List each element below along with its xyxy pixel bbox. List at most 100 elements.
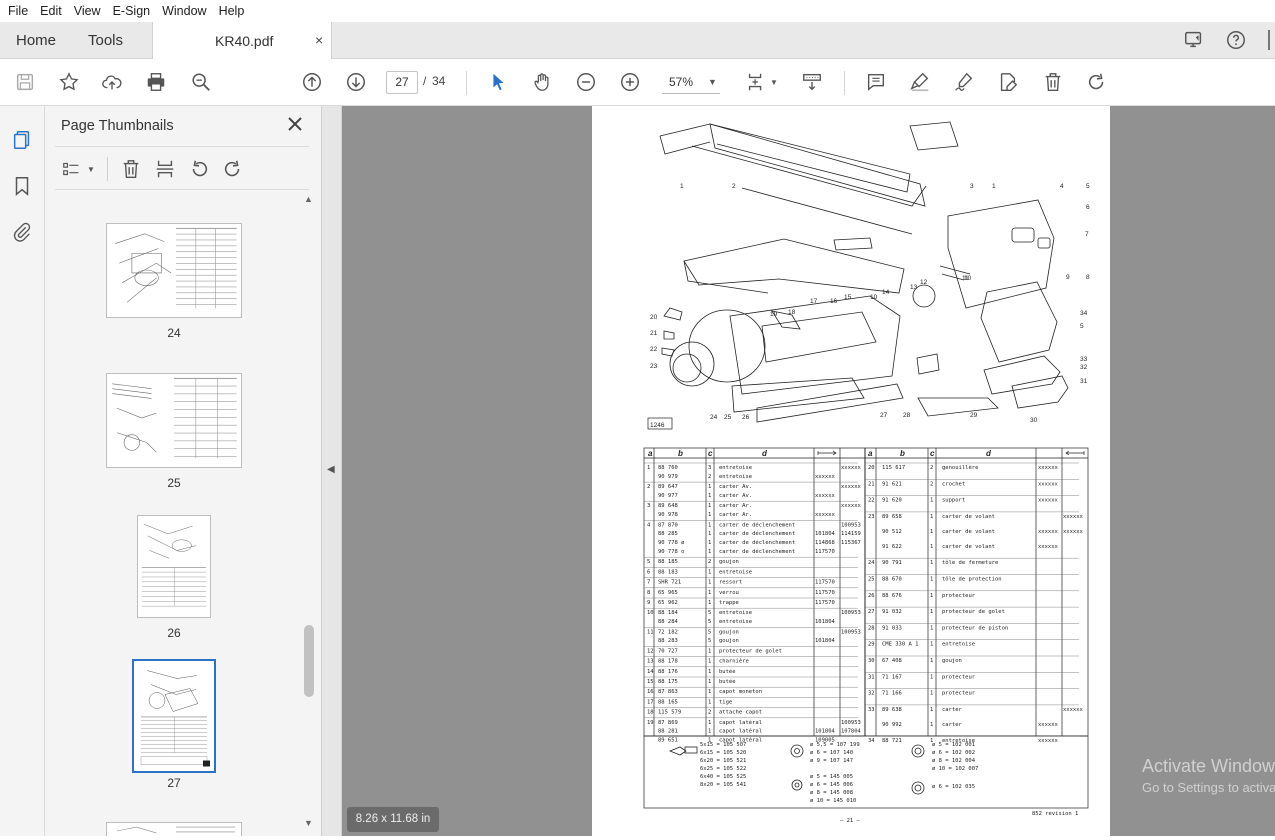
panel-splitter[interactable]: ◀ <box>322 106 342 836</box>
zoom-in-icon[interactable] <box>618 70 642 94</box>
page-fit-icon[interactable] <box>744 70 768 94</box>
parts-cell-qty: 2 <box>708 710 711 716</box>
insert-page-icon[interactable] <box>153 157 177 181</box>
parts-cell-serial-to: 100953 <box>841 720 861 726</box>
parts-cell-serial-to: 100953 <box>841 610 861 616</box>
zoom-level-select[interactable]: 57% ▼ <box>662 71 720 94</box>
parts-cell-description: verrou <box>719 590 739 596</box>
rotate-left-icon[interactable] <box>187 157 211 181</box>
callout-number: 25 <box>724 414 732 421</box>
scroll-down-icon[interactable]: ▼ <box>304 818 313 828</box>
rotate-right-icon[interactable] <box>221 157 245 181</box>
parts-cell-part-number: 72 182 <box>658 629 678 635</box>
share-screen-icon[interactable] <box>1182 28 1206 52</box>
fastener-washer: ø 5 = 145 005 <box>810 774 853 780</box>
page-thumbnails-icon[interactable] <box>10 128 34 152</box>
next-page-icon[interactable] <box>344 70 368 94</box>
parts-cell-ref: 31 <box>868 674 875 680</box>
zoom-out-icon[interactable] <box>574 70 598 94</box>
menu-help[interactable]: Help <box>213 4 251 18</box>
parts-cell-serial-from: xxxxxx <box>1038 529 1059 535</box>
tab-bar: Home Tools KR40.pdf × <box>0 22 1275 59</box>
scrollbar-thumb[interactable] <box>304 625 314 697</box>
parts-cell-serial-from: xxxxxx <box>1038 481 1059 487</box>
collapse-panel-icon[interactable]: ◀ <box>327 464 335 475</box>
menu-edit[interactable]: Edit <box>34 4 68 18</box>
attachments-paperclip-icon[interactable] <box>10 220 34 244</box>
fastener-washer: ø 9 = 107 147 <box>810 758 853 764</box>
tab-document[interactable]: KR40.pdf × <box>152 22 332 60</box>
parts-cell-qty: 1 <box>708 549 711 555</box>
page-number-input[interactable]: 27 <box>386 71 418 94</box>
parts-cell-description: carter de volant <box>942 544 995 550</box>
bookmarks-icon[interactable] <box>10 174 34 198</box>
callout-number: 9 <box>1066 274 1070 281</box>
thumbnail-page-25[interactable] <box>106 373 242 468</box>
col-header-c: c <box>708 449 713 458</box>
close-tab-icon[interactable]: × <box>315 32 323 48</box>
parts-cell-part-number: 88 281 <box>658 729 678 735</box>
parts-cell-part-number: 91 620 <box>882 498 902 504</box>
close-panel-icon[interactable] <box>285 114 305 134</box>
search-zoom-icon[interactable] <box>189 70 213 94</box>
parts-cell-part-number: 88 185 <box>658 559 678 565</box>
delete-icon[interactable] <box>1041 70 1065 94</box>
delete-page-icon[interactable] <box>119 157 143 181</box>
callout-number: 33 <box>1080 356 1088 363</box>
tab-tools[interactable]: Tools <box>88 22 123 59</box>
panel-title: Page Thumbnails <box>61 118 174 134</box>
parts-cell-serial-to: 115367 <box>841 540 861 546</box>
parts-cell-part-number: 88 721 <box>882 738 902 744</box>
options-chevron-icon[interactable]: ▼ <box>87 165 95 174</box>
draw-signature-icon[interactable] <box>952 70 976 94</box>
tab-home[interactable]: Home <box>16 22 56 59</box>
parts-cell-description: carter de déclenchement <box>719 521 795 528</box>
scroll-mode-icon[interactable] <box>800 70 824 94</box>
upload-cloud-icon[interactable] <box>100 70 124 94</box>
thumbnail-scrollbar[interactable]: ▲ ▼ <box>301 198 317 834</box>
parts-cell-part-number: 90 992 <box>882 722 902 728</box>
comment-icon[interactable] <box>864 70 888 94</box>
parts-cell-serial-from: 101804 <box>815 619 836 625</box>
left-navigation-rail <box>0 106 45 836</box>
callout-number: 3 <box>970 183 974 190</box>
parts-cell-ref: 15 <box>647 679 654 685</box>
chevron-down-icon: ▼ <box>708 71 717 94</box>
bookmark-star-icon[interactable] <box>57 70 81 94</box>
hand-tool-icon[interactable] <box>530 70 554 94</box>
thumbnail-page-26[interactable] <box>137 515 211 618</box>
parts-cell-qty: 5 <box>708 619 711 625</box>
document-view[interactable]: 1231456789101112131410151617181920212223… <box>342 106 1275 836</box>
scroll-up-icon[interactable]: ▲ <box>304 194 313 204</box>
menu-file[interactable]: File <box>2 4 34 18</box>
parts-cell-part-number: 88 284 <box>658 619 679 625</box>
previous-page-icon[interactable] <box>300 70 324 94</box>
thumbnail-page-24[interactable] <box>106 223 242 318</box>
parts-cell-description: carter <box>942 707 963 713</box>
thumbnail-page-27-selected[interactable] <box>132 659 216 773</box>
menu-esign[interactable]: E-Sign <box>107 4 157 18</box>
print-icon[interactable] <box>144 70 168 94</box>
parts-cell-part-number: 71 166 <box>882 691 902 697</box>
page-fit-chevron-icon[interactable]: ▼ <box>770 78 778 87</box>
parts-cell-part-number: 115 617 <box>882 465 905 471</box>
callout-number: 10 <box>870 294 878 301</box>
redo-icon[interactable] <box>1085 70 1109 94</box>
thumbnail-page-28[interactable] <box>106 822 242 836</box>
parts-cell-description: entretoise <box>719 465 752 471</box>
callout-number: 23 <box>650 363 658 370</box>
parts-cell-ref: 33 <box>868 707 875 713</box>
parts-cell-ref: 6 <box>647 569 650 575</box>
menu-window[interactable]: Window <box>156 4 212 18</box>
select-cursor-icon[interactable] <box>486 70 510 94</box>
menu-view[interactable]: View <box>68 4 107 18</box>
edit-text-icon[interactable] <box>996 70 1020 94</box>
help-icon[interactable] <box>1224 28 1248 52</box>
save-icon[interactable] <box>13 70 37 94</box>
parts-cell-qty: 1 <box>708 569 711 575</box>
parts-cell-qty: 1 <box>930 593 933 599</box>
highlight-pen-icon[interactable] <box>908 70 932 94</box>
parts-cell-ref: 7 <box>647 580 650 586</box>
zoom-level-value: 57% <box>669 71 693 94</box>
thumbnail-options-icon[interactable] <box>60 157 84 181</box>
